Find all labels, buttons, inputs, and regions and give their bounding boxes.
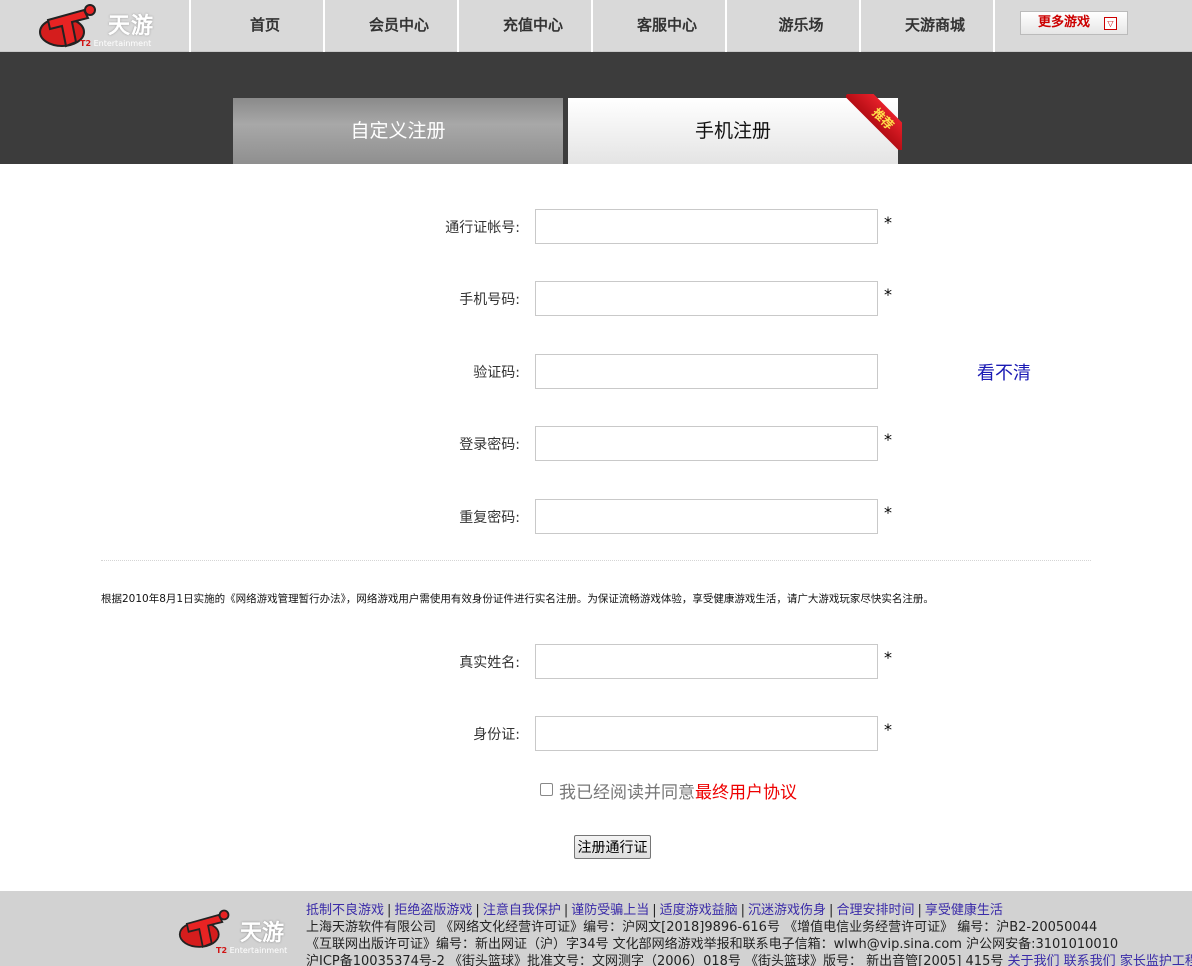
form-row-phone: 手机号码: *	[0, 281, 1192, 317]
recommend-ribbon: 推荐	[846, 94, 902, 150]
repeat-password-input[interactable]	[535, 499, 878, 534]
form-row-password: 登录密码: *	[0, 426, 1192, 462]
logo-text: 天游	[108, 14, 155, 39]
phone-input[interactable]	[535, 281, 878, 316]
realname-notice: 根据2010年8月1日实施的《网络游戏管理暂行办法》，网络游戏用户需使用有效身份…	[101, 593, 934, 605]
nav-separator	[993, 0, 995, 52]
realname-input[interactable]	[535, 644, 878, 679]
required-mark: *	[884, 648, 892, 667]
section-divider	[101, 560, 1091, 561]
footer-logo-subtitle: T2 Entertainment	[216, 946, 288, 955]
footer-logo-text: 天游	[240, 921, 285, 946]
tianyou-logo[interactable]: 天游 T2 Entertainment	[38, 2, 188, 52]
password-label: 登录密码:	[459, 437, 520, 453]
nav-separator	[591, 0, 593, 52]
captcha-label: 验证码:	[473, 365, 520, 381]
parental-control-link[interactable]: 家长监护工程	[1120, 954, 1192, 966]
account-label: 通行证帐号:	[445, 220, 520, 236]
nav-item-recharge-center[interactable]: 充值中心	[467, 0, 599, 52]
realname-label: 真实姓名:	[459, 655, 520, 671]
form-row-idcard: 身份证: *	[0, 716, 1192, 752]
form-row-account: 通行证帐号: *	[0, 209, 1192, 245]
captcha-input[interactable]	[535, 354, 878, 389]
required-mark: *	[884, 285, 892, 304]
agree-text: 我已经阅读并同意	[559, 783, 695, 803]
contact-us-link[interactable]: 联系我们	[1064, 954, 1116, 966]
agreement-row: 我已经阅读并同意最终用户协议	[540, 778, 797, 803]
nav-item-customer-service[interactable]: 客服中心	[601, 0, 733, 52]
nav-separator	[725, 0, 727, 52]
top-nav: 天游 T2 Entertainment 首页 会员中心 充值中心 客服中心 游乐…	[0, 0, 1192, 52]
repeat-password-label: 重复密码:	[459, 510, 520, 526]
nav-item-home[interactable]: 首页	[199, 0, 331, 52]
license-line-3-text: 沪ICP备10035374号-2 《街头篮球》批准文号：文网测字（2006）01…	[306, 954, 1004, 966]
nav-separator	[859, 0, 861, 52]
phone-label: 手机号码:	[459, 292, 520, 308]
register-button[interactable]: 注册通行证	[574, 835, 651, 859]
password-input[interactable]	[535, 426, 878, 461]
tab-custom-register[interactable]: 自定义注册	[233, 98, 563, 164]
license-line-3: 沪ICP备10035374号-2 《街头篮球》批准文号：文网测字（2006）01…	[306, 950, 1192, 966]
chevron-down-icon: ▽	[1104, 17, 1117, 30]
required-mark: *	[884, 430, 892, 449]
refresh-captcha-link[interactable]: 看不清	[977, 359, 1031, 385]
nav-separator	[457, 0, 459, 52]
more-games-label: 更多游戏	[1038, 15, 1091, 30]
required-mark: *	[884, 213, 892, 232]
nav-separator	[323, 0, 325, 52]
nav-separator	[189, 0, 191, 52]
recommend-ribbon-label: 推荐	[846, 94, 902, 150]
nav-item-playground[interactable]: 游乐场	[735, 0, 867, 52]
footer: 天游 T2 Entertainment 抵制不良游戏 | 拒绝盗版游戏 | 注意自我保护…	[0, 891, 1192, 966]
required-mark: *	[884, 720, 892, 739]
form-row-captcha: 验证码: 看不清	[0, 354, 1192, 390]
idcard-label: 身份证:	[473, 727, 520, 743]
nav-item-member-center[interactable]: 会员中心	[333, 0, 465, 52]
footer-logo: 天游 T2 Entertainment	[178, 905, 303, 960]
more-games-dropdown[interactable]: 更多游戏 ▽	[1020, 11, 1128, 35]
idcard-input[interactable]	[535, 716, 878, 751]
eula-link[interactable]: 最终用户协议	[695, 783, 797, 803]
about-us-link[interactable]: 关于我们	[1008, 954, 1060, 966]
account-input[interactable]	[535, 209, 878, 244]
nav-item-mall[interactable]: 天游商城	[869, 0, 1001, 52]
form-row-realname: 真实姓名: *	[0, 644, 1192, 680]
form-row-repeat-password: 重复密码: *	[0, 499, 1192, 535]
logo-subtitle: T2 Entertainment	[80, 39, 152, 48]
agree-checkbox[interactable]	[540, 783, 553, 796]
required-mark: *	[884, 503, 892, 522]
